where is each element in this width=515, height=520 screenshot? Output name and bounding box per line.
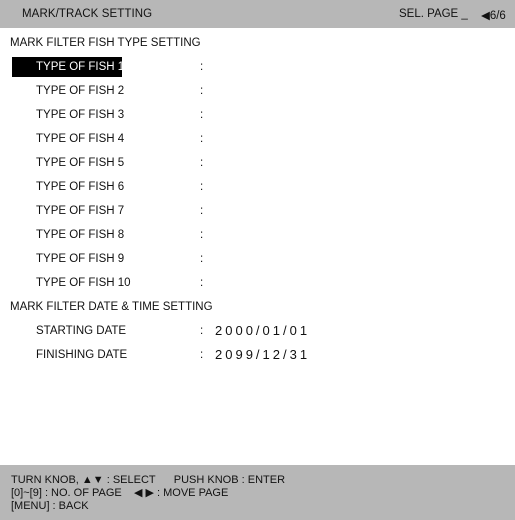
colon: : <box>200 253 204 265</box>
fish-type-label: TYPE OF FISH 1 <box>12 57 124 77</box>
page-title: MARK/TRACK SETTING <box>22 8 153 20</box>
help-footer: TURN KNOB, ▲▼ : SELECT PUSH KNOB : ENTER… <box>0 465 515 520</box>
colon: : <box>200 277 204 289</box>
colon: : <box>200 229 204 241</box>
colon: : <box>200 61 204 73</box>
fish-type-row-3[interactable]: TYPE OF FISH 3 : <box>10 105 490 125</box>
colon: : <box>200 205 204 217</box>
fish-type-row-2[interactable]: TYPE OF FISH 2 : <box>10 81 490 101</box>
fish-type-row-4[interactable]: TYPE OF FISH 4 : <box>10 129 490 149</box>
fish-type-label: TYPE OF FISH 2 <box>36 85 125 97</box>
help-line-page: [0]~[9] : NO. OF PAGE ◀ ▶ : MOVE PAGE <box>11 487 229 499</box>
fish-type-row-9[interactable]: TYPE OF FISH 9 : <box>10 249 490 269</box>
fish-type-label: TYPE OF FISH 8 <box>36 229 125 241</box>
header-bar: MARK/TRACK SETTING SEL. PAGE _ ◀6/6 <box>0 0 515 28</box>
help-line-select: TURN KNOB, ▲▼ : SELECT PUSH KNOB : ENTER <box>11 474 286 486</box>
fish-section-title: MARK FILTER FISH TYPE SETTING <box>10 37 201 49</box>
fish-type-label: TYPE OF FISH 4 <box>36 133 125 145</box>
fish-type-label: TYPE OF FISH 3 <box>36 109 125 121</box>
fish-type-label: TYPE OF FISH 5 <box>36 157 125 169</box>
fish-type-row-10[interactable]: TYPE OF FISH 10 : <box>10 273 490 293</box>
sel-page-input[interactable]: SEL. PAGE _ <box>399 8 468 20</box>
colon: : <box>200 325 204 337</box>
finishing-date-value: 2099/12/31 <box>215 347 311 362</box>
colon: : <box>200 85 204 97</box>
page-indicator[interactable]: ◀6/6 <box>481 8 506 22</box>
fish-type-row-1[interactable]: TYPE OF FISH 1 : <box>10 57 490 77</box>
finishing-date-row[interactable]: FINISHING DATE : 2099/12/31 <box>10 345 490 365</box>
starting-date-label: STARTING DATE <box>36 325 127 337</box>
fish-type-label: TYPE OF FISH 7 <box>36 205 125 217</box>
fish-type-label: TYPE OF FISH 6 <box>36 181 125 193</box>
colon: : <box>200 181 204 193</box>
colon: : <box>200 109 204 121</box>
fish-type-row-7[interactable]: TYPE OF FISH 7 : <box>10 201 490 221</box>
fish-type-row-5[interactable]: TYPE OF FISH 5 : <box>10 153 490 173</box>
starting-date-value: 2000/01/01 <box>215 323 311 338</box>
fish-type-row-8[interactable]: TYPE OF FISH 8 : <box>10 225 490 245</box>
help-line-back: [MENU] : BACK <box>11 500 89 512</box>
date-section-title: MARK FILTER DATE & TIME SETTING <box>10 301 213 313</box>
fish-type-row-6[interactable]: TYPE OF FISH 6 : <box>10 177 490 197</box>
colon: : <box>200 349 204 361</box>
colon: : <box>200 157 204 169</box>
colon: : <box>200 133 204 145</box>
starting-date-row[interactable]: STARTING DATE : 2000/01/01 <box>10 321 490 341</box>
fish-type-label: TYPE OF FISH 9 <box>36 253 125 265</box>
finishing-date-label: FINISHING DATE <box>36 349 128 361</box>
fish-type-label: TYPE OF FISH 10 <box>36 277 131 289</box>
